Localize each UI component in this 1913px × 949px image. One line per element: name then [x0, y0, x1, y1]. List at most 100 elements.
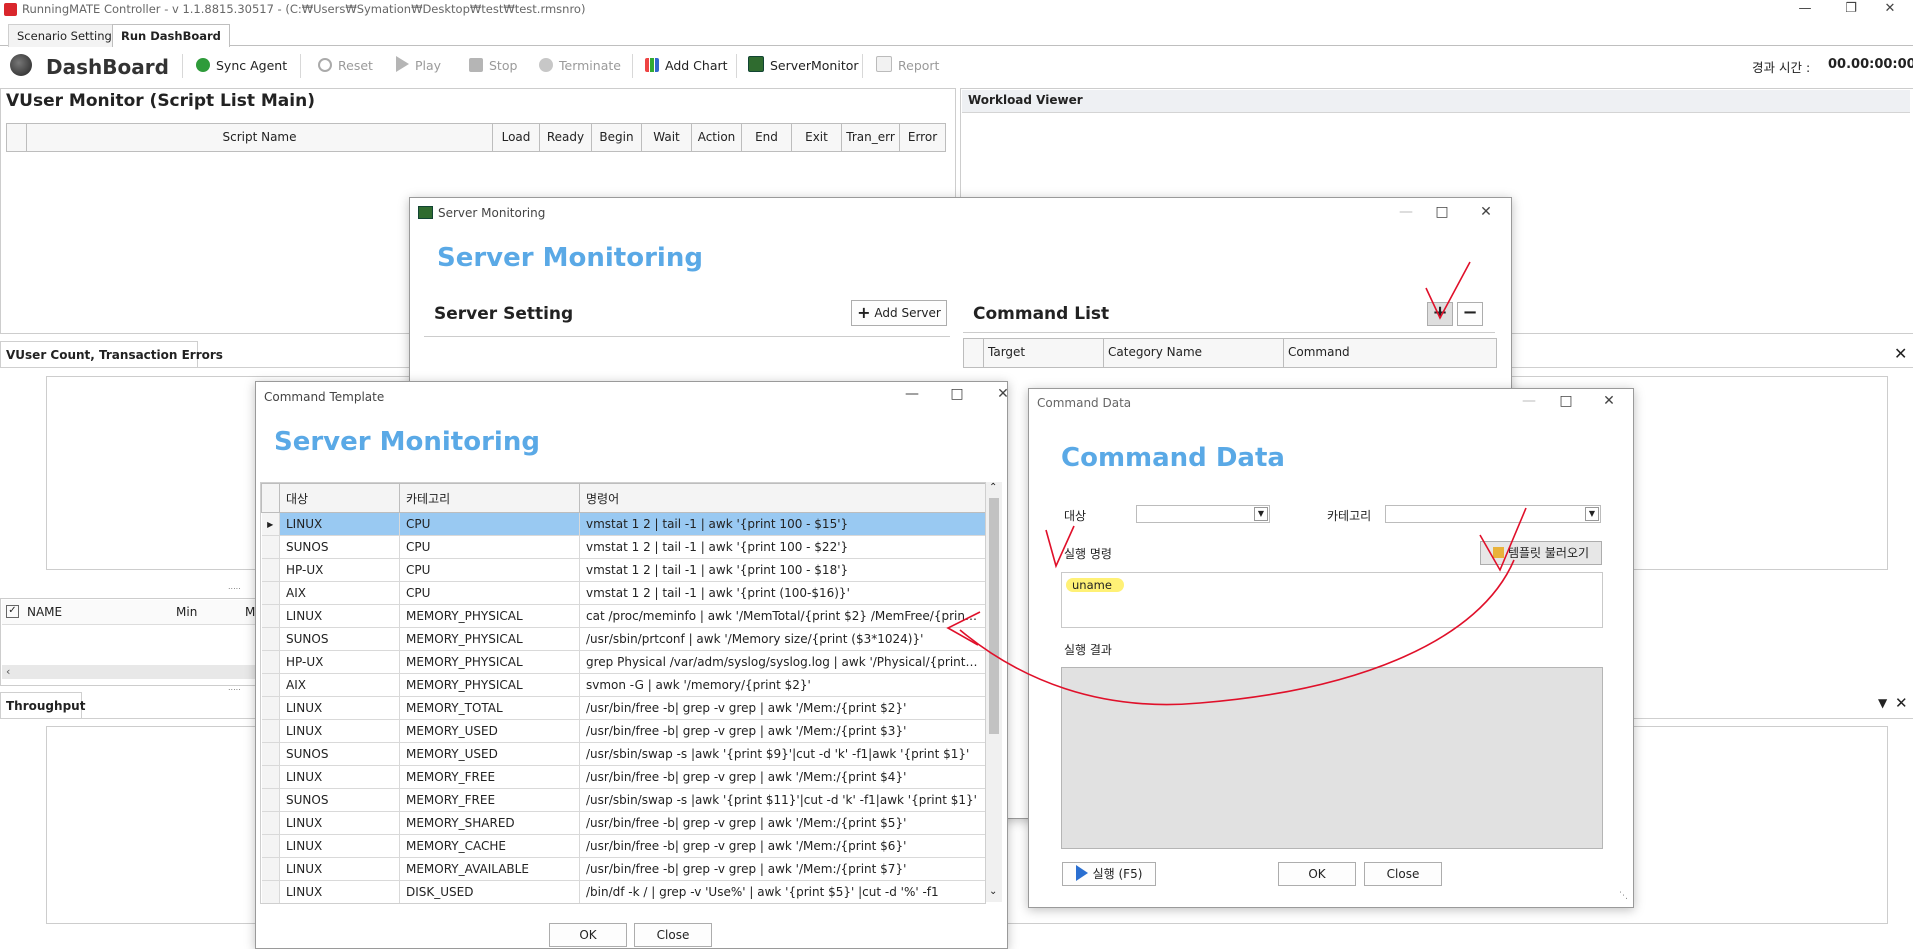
row-header-cell[interactable]	[261, 788, 280, 812]
close-icon[interactable]: ✕	[1894, 344, 1907, 363]
column-header[interactable]: Exit	[792, 124, 842, 151]
table-row[interactable]: LINUX MEMORY_TOTAL/usr/bin/free -b| grep …	[261, 696, 985, 720]
tab-run-dashboard[interactable]: Run DashBoard	[112, 24, 230, 47]
table-row[interactable]: AIX MEMORY_PHYSICAL svmon -G | awk '/memor…	[261, 673, 985, 697]
row-header-cell[interactable]	[261, 650, 280, 674]
row-header-cell[interactable]	[261, 627, 280, 651]
checkbox-icon[interactable]: ✓	[6, 605, 19, 618]
close-icon[interactable]: ✕	[1589, 387, 1629, 417]
column-header[interactable]: Tran_err	[842, 124, 900, 151]
column-header[interactable]: Category Name	[1104, 339, 1284, 367]
workload-viewer-title: Workload Viewer	[968, 93, 1083, 107]
table-row[interactable]: LINUX MEMORY_AVAILABLE/usr/bin/free -b| g…	[261, 857, 985, 881]
table-row[interactable]: ▶ LINUX CPU vmstat 1 2 | tail -1 | awk '{pr…	[261, 512, 985, 536]
minimize-icon[interactable]: —	[892, 380, 932, 410]
minimize-icon[interactable]: —	[1386, 198, 1426, 228]
table-row[interactable]: LINUX MEMORY_CACHE/usr/bin/free -b| grep …	[261, 834, 985, 858]
row-header-cell[interactable]	[261, 880, 280, 903]
stop-button[interactable]: Stop	[469, 56, 517, 76]
table-row[interactable]: LINUX MEMORY_USED/usr/bin/free -b| grep -…	[261, 719, 985, 743]
maximize-icon[interactable]: □	[1422, 198, 1462, 228]
maximize-icon[interactable]: □	[937, 380, 977, 410]
min-column-header[interactable]: Min	[176, 605, 197, 619]
maximize-icon[interactable]: □	[1546, 387, 1586, 417]
column-header[interactable]: Target	[984, 339, 1104, 367]
splitter-grip[interactable]: .....	[228, 582, 241, 591]
row-header-cell[interactable]	[261, 581, 280, 605]
column-header[interactable]: 명령어	[579, 483, 985, 513]
row-header-cell[interactable]	[261, 535, 280, 559]
table-row[interactable]: AIX CPU vmstat 1 2 | tail -1 | awk '{print…	[261, 581, 985, 605]
m-column-header[interactable]: M	[245, 605, 255, 619]
close-icon[interactable]: ✕	[983, 380, 1023, 410]
close-icon[interactable]: ✕	[1867, 0, 1913, 20]
minimize-icon[interactable]: —	[1782, 0, 1828, 20]
report-button[interactable]: Report	[876, 56, 939, 76]
command-data-ok-button[interactable]: OK	[1278, 862, 1356, 886]
row-header-cell[interactable]	[261, 857, 280, 881]
table-row[interactable]: SUNOS CPU vmstat 1 2 | tail -1 | awk '{pri…	[261, 535, 985, 559]
table-row[interactable]: LINUX DISK_USED/bin/df -k / | grep -v 'Us…	[261, 880, 985, 903]
row-header-cell[interactable]	[261, 834, 280, 858]
row-header-cell[interactable]	[261, 558, 280, 582]
table-row[interactable]: LINUX MEMORY_FREE/usr/bin/free -b| grep -…	[261, 765, 985, 789]
close-icon[interactable]: ✕	[1466, 198, 1506, 228]
scrollbar-thumb[interactable]	[989, 498, 999, 734]
resize-grip[interactable]: ⋱	[1619, 891, 1628, 901]
row-header-cell[interactable]	[261, 719, 280, 743]
scroll-down-icon[interactable]: ⌄	[989, 886, 997, 897]
column-header[interactable]: 대상	[279, 483, 400, 513]
table-row[interactable]: SUNOS MEMORY_FREE/usr/sbin/swap -s |awk '…	[261, 788, 985, 812]
load-template-button[interactable]: 템플릿 불러오기	[1480, 541, 1602, 565]
table-row[interactable]: LINUX MEMORY_PHYSICAL cat /proc/meminfo | …	[261, 604, 985, 628]
name-column-header[interactable]: NAME	[27, 605, 62, 619]
table-row[interactable]: HP-UX CPU vmstat 1 2 | tail -1 | awk '{pri…	[261, 558, 985, 582]
template-ok-button[interactable]: OK	[549, 923, 627, 947]
tab-scenario-setting[interactable]: Scenario Setting	[8, 24, 121, 47]
add-chart-button[interactable]: Add Chart	[645, 56, 728, 76]
column-header[interactable]: Script Name	[27, 124, 493, 151]
scroll-up-icon[interactable]: ⌃	[989, 482, 997, 493]
add-command-button[interactable]: +	[1427, 302, 1453, 326]
row-header-cell[interactable]	[261, 673, 280, 697]
play-button[interactable]: Play	[396, 56, 441, 76]
column-header[interactable]: Error	[900, 124, 945, 151]
server-monitor-button[interactable]: ServerMonitor	[748, 56, 859, 76]
row-header-cell[interactable]	[261, 696, 280, 720]
row-header-cell[interactable]: ▶	[261, 512, 280, 536]
command-data-close-button[interactable]: Close	[1364, 862, 1442, 886]
column-header[interactable]: Ready	[540, 124, 592, 151]
table-row[interactable]: HP-UX MEMORY_PHYSICAL grep Physical /var/a…	[261, 650, 985, 674]
horizontal-scrollbar[interactable]	[2, 665, 268, 679]
column-header[interactable]: Command	[1284, 339, 1496, 367]
row-header-cell[interactable]	[261, 742, 280, 766]
reset-button[interactable]: Reset	[318, 56, 373, 76]
vertical-scrollbar[interactable]: ⌃ ⌄	[986, 482, 1002, 902]
dropdown-menu-icon[interactable]: ▼	[1878, 696, 1887, 710]
table-row[interactable]: SUNOS MEMORY_PHYSICAL/usr/sbin/prtconf | …	[261, 627, 985, 651]
column-header[interactable]: Begin	[592, 124, 642, 151]
run-button[interactable]: 실행 (F5)	[1062, 862, 1156, 886]
minimize-icon[interactable]: —	[1509, 387, 1549, 417]
column-header[interactable]: Wait	[642, 124, 692, 151]
template-close-button[interactable]: Close	[634, 923, 712, 947]
row-header-cell[interactable]	[261, 604, 280, 628]
category-select[interactable]: ▼	[1385, 505, 1601, 523]
scroll-left-icon[interactable]: ‹	[6, 665, 10, 678]
table-row[interactable]: LINUX MEMORY_SHARED/usr/bin/free -b| grep…	[261, 811, 985, 835]
sync-agent-button[interactable]: Sync Agent	[196, 56, 287, 76]
column-header[interactable]: Load	[493, 124, 540, 151]
remove-command-button[interactable]: −	[1457, 302, 1483, 326]
close-icon[interactable]: ✕	[1895, 694, 1908, 712]
column-header[interactable]: Action	[692, 124, 742, 151]
table-row[interactable]: SUNOS MEMORY_USED/usr/sbin/swap -s |awk '…	[261, 742, 985, 766]
splitter-grip[interactable]: .....	[228, 683, 241, 692]
command-input[interactable]: uname	[1061, 572, 1603, 628]
column-header[interactable]: 카테고리	[399, 483, 580, 513]
row-header-cell[interactable]	[261, 811, 280, 835]
column-header[interactable]: End	[742, 124, 792, 151]
row-header-cell[interactable]	[261, 765, 280, 789]
target-select[interactable]: ▼	[1136, 505, 1270, 523]
terminate-button[interactable]: Terminate	[539, 56, 621, 76]
add-server-button[interactable]: + Add Server	[851, 300, 947, 326]
